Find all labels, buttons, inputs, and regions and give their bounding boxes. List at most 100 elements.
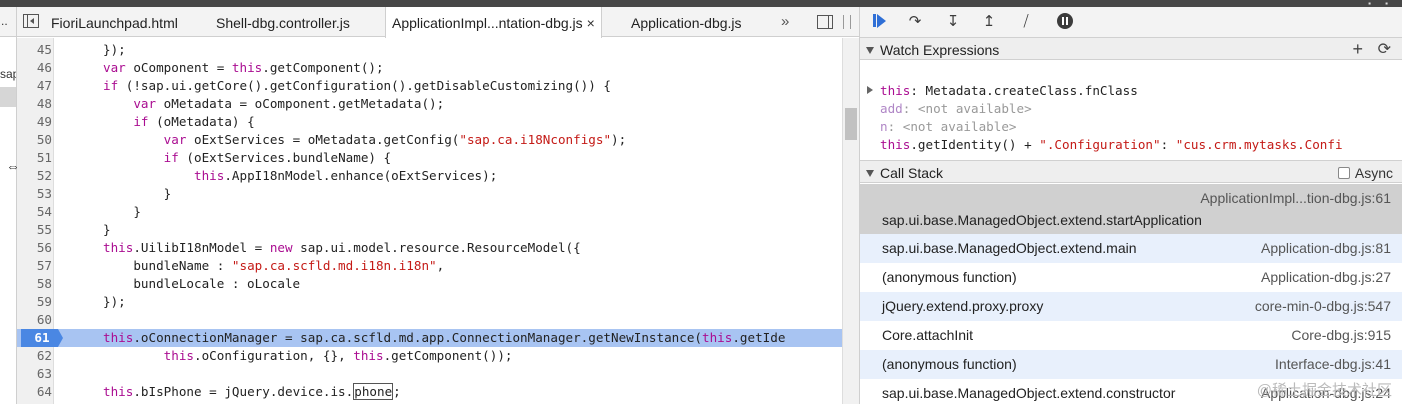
pause-on-exceptions-icon[interactable] <box>1054 12 1076 32</box>
code-line[interactable]: 50 var oExtServices = oMetadata.getConfi… <box>17 131 842 149</box>
code-line[interactable]: 54 } <box>17 203 842 221</box>
call-frame[interactable]: (anonymous function) Application-dbg.js:2… <box>860 263 1402 292</box>
breakpoint-marker[interactable]: 61 <box>21 329 63 347</box>
step-over-icon[interactable]: ↷ <box>904 12 926 32</box>
watch-row-n[interactable]: n: <not available> <box>880 119 1017 134</box>
line-number[interactable]: 53 <box>17 185 52 203</box>
async-checkbox[interactable]: Async <box>1337 165 1393 181</box>
call-frame[interactable]: (anonymous function) Interface-dbg.js:41 <box>860 350 1402 379</box>
sources-navigator[interactable]: .. sap <box>0 7 17 404</box>
line-number[interactable]: 49 <box>17 113 52 131</box>
pane-grip-icon[interactable] <box>843 15 851 29</box>
code-line[interactable]: 55} <box>17 221 842 239</box>
code-line[interactable]: 62 this.oConfiguration, {}, this.getComp… <box>17 347 842 365</box>
code-line[interactable]: 48 var oMetadata = oComponent.getMetadat… <box>17 95 842 113</box>
call-frame[interactable]: Core.attachInit Core-dbg.js:915 <box>860 321 1402 350</box>
code-line[interactable]: 46 var oComponent = this.getComponent(); <box>17 59 842 77</box>
line-number[interactable]: 52 <box>17 167 52 185</box>
frame-location-link[interactable]: ApplicationImpl...tion-dbg.js:61 <box>1200 190 1391 206</box>
frame-function-name: sap.ui.base.ManagedObject.extend.constru… <box>882 385 1176 401</box>
navigator-selected-item[interactable] <box>0 87 16 107</box>
frame-location-link[interactable]: Core-dbg.js:915 <box>1291 327 1391 343</box>
code-line[interactable]: 58 bundleLocale : oLocale <box>17 275 842 293</box>
checkbox-icon[interactable] <box>1337 167 1350 179</box>
call-stack-header[interactable]: Call Stack Async <box>860 160 1402 183</box>
line-number[interactable]: 59 <box>17 293 52 311</box>
call-frame[interactable]: sap.ui.base.ManagedObject.extend.main App… <box>860 234 1402 263</box>
resume-icon[interactable] <box>868 12 890 32</box>
line-number[interactable]: 60 <box>17 311 52 329</box>
debugger-toolbar: ↷ ↧ ↥ ⧸ <box>860 7 1402 38</box>
code-line[interactable]: 52 this.AppI18nModel.enhance(oExtService… <box>17 167 842 185</box>
line-number[interactable]: 56 <box>17 239 52 257</box>
line-number[interactable]: 51 <box>17 149 52 167</box>
line-number[interactable]: 55 <box>17 221 52 239</box>
code-editor[interactable]: 45}); 46 var oComponent = this.getComponen… <box>17 38 842 404</box>
code-line[interactable]: 63 <box>17 365 842 383</box>
scrollbar-thumb[interactable] <box>845 108 857 140</box>
frame-location-link[interactable]: Application-dbg.js:27 <box>1261 269 1391 285</box>
code-text: var oMetadata = oComponent.getMetadata()… <box>133 96 445 111</box>
step-into-icon[interactable]: ↧ <box>942 12 964 32</box>
tab-application-dbg[interactable]: Application-dbg.js <box>631 7 742 37</box>
code-line[interactable]: 60 <box>17 311 842 329</box>
call-stack-title: Call Stack <box>880 165 944 181</box>
code-line[interactable]: 53 } <box>17 185 842 203</box>
watch-expressions-list: this: Metadata.createClass.fnClass add: … <box>860 61 1402 159</box>
expand-triangle-icon[interactable] <box>867 86 873 94</box>
line-number[interactable]: 64 <box>17 383 52 401</box>
call-frame[interactable]: sap.ui.base.ManagedObject.extend.startAp… <box>860 184 1402 234</box>
code-line[interactable]: 56 this.UilibI18nModel = new sap.ui.model… <box>17 239 842 257</box>
code-line[interactable]: 61 this.oConnectionManager = sap.ca.scfld… <box>17 329 842 347</box>
watermark-text: @稀土掘金技术社区 <box>1256 382 1392 399</box>
toggle-debugger-sidebar-icon[interactable] <box>817 15 833 29</box>
code-line[interactable]: 57 bundleName : "sap.ca.scfld.md.i18n.i1… <box>17 257 842 275</box>
tab-applicationimpl[interactable]: ApplicationImpl...ntation-dbg.js × <box>385 7 602 38</box>
watch-row-add[interactable]: add: <not available> <box>880 101 1032 116</box>
call-stack-frames: sap.ui.base.ManagedObject.extend.startAp… <box>860 184 1402 404</box>
step-out-icon[interactable]: ↥ <box>978 12 1000 32</box>
tab-overflow-icon[interactable]: » <box>781 13 789 30</box>
tab-shell-controller[interactable]: Shell-dbg.controller.js <box>216 7 350 37</box>
frame-function-name: (anonymous function) <box>882 269 1017 285</box>
close-tab-icon[interactable]: × <box>587 15 595 31</box>
line-number[interactable]: 58 <box>17 275 52 293</box>
frame-function-name: sap.ui.base.ManagedObject.extend.startAp… <box>882 212 1202 228</box>
tab-fiorilaunchpad[interactable]: FioriLaunchpad.html <box>51 7 178 37</box>
watch-row-this[interactable]: this: Metadata.createClass.fnClass <box>867 83 1138 98</box>
code-text: }); <box>103 42 126 57</box>
code-line[interactable]: 64 this.bIsPhone = jQuery.device.is.phone… <box>17 383 842 401</box>
line-number[interactable]: 63 <box>17 365 52 383</box>
line-number[interactable]: 50 <box>17 131 52 149</box>
code-line[interactable]: 49 if (oMetadata) { <box>17 113 842 131</box>
line-number[interactable]: 46 <box>17 59 52 77</box>
line-number[interactable]: 54 <box>17 203 52 221</box>
editor-scrollbar[interactable] <box>842 38 859 404</box>
navigator-item[interactable]: sap <box>0 67 16 81</box>
debugger-sidebar: ↷ ↧ ↥ ⧸ Watch Expressions + ⟳ this: Meta… <box>859 7 1402 404</box>
code-line[interactable]: 59}); <box>17 293 842 311</box>
frame-location-link[interactable]: Application-dbg.js:81 <box>1261 240 1391 256</box>
deactivate-breakpoints-icon[interactable]: ⧸ <box>1015 12 1037 32</box>
code-text: this.UilibI18nModel = new sap.ui.model.r… <box>103 240 581 255</box>
line-number[interactable]: 57 <box>17 257 52 275</box>
watch-row-identity[interactable]: this.getIdentity() + ".Configuration": "… <box>880 137 1343 152</box>
toggle-navigator-icon[interactable] <box>23 14 39 28</box>
code-line[interactable]: 51 if (oExtServices.bundleName) { <box>17 149 842 167</box>
window-controls-icon[interactable]: ▪ ▪ <box>1368 0 1394 8</box>
frame-location-link[interactable]: core-min-0-dbg.js:547 <box>1255 298 1391 314</box>
call-frame[interactable]: jQuery.extend.proxy.proxy core-min-0-dbg.… <box>860 292 1402 321</box>
code-line[interactable]: 45}); <box>17 41 842 59</box>
add-watch-icon[interactable]: + <box>1352 39 1363 60</box>
frame-location-link[interactable]: Interface-dbg.js:41 <box>1275 356 1391 372</box>
line-number[interactable]: 62 <box>17 347 52 365</box>
line-number[interactable]: 48 <box>17 95 52 113</box>
code-text: if (oMetadata) { <box>133 114 255 129</box>
frame-function-name: jQuery.extend.proxy.proxy <box>882 298 1044 314</box>
line-number[interactable]: 47 <box>17 77 52 95</box>
watch-expressions-header[interactable]: Watch Expressions + ⟳ <box>860 37 1402 60</box>
refresh-watch-icon[interactable]: ⟳ <box>1378 39 1391 59</box>
tab-label: FioriLaunchpad.html <box>51 15 178 31</box>
line-number[interactable]: 45 <box>17 41 52 59</box>
code-line[interactable]: 47 if (!sap.ui.getCore().getConfiguration… <box>17 77 842 95</box>
